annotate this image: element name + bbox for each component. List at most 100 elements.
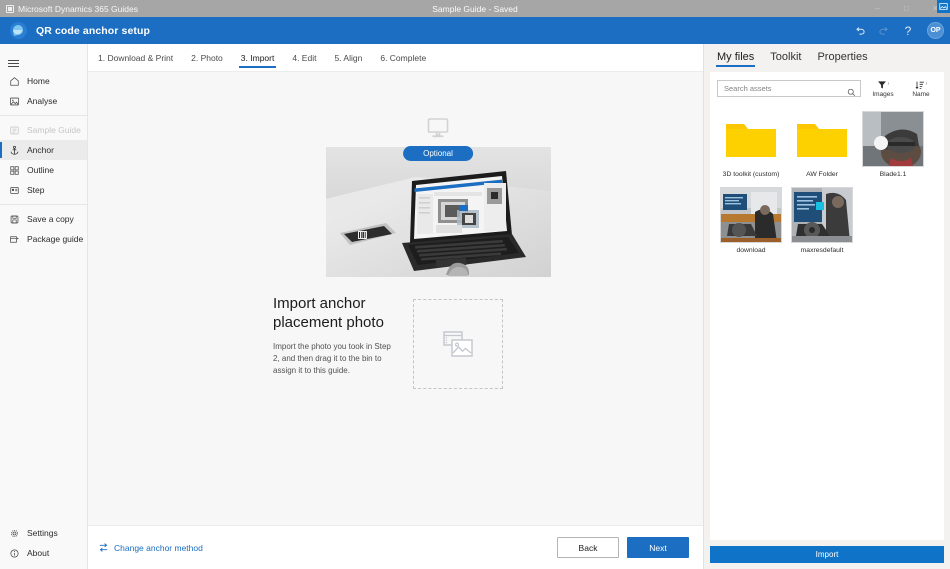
assets-grid: 3D toolkit (custom) AW Folder Blade1.1 d… [710,0,950,262]
import-canvas: Optional Import anchor placement photo I… [88,72,703,525]
hamburger-icon[interactable] [0,49,87,71]
app-window-icon [6,4,14,13]
step-tab-photo[interactable]: 2. Photo [189,47,225,68]
asset-item-folder[interactable]: 3D toolkit (custom) [720,111,782,178]
main-content: 1. Download & Print 2. Photo 3. Import 4… [88,44,704,569]
sidebar-item-label: Step [27,185,45,195]
import-heading: Import anchor placement photo [273,295,384,331]
tab-properties[interactable]: Properties [816,48,868,68]
sidebar-item-label: Settings [27,528,58,538]
change-anchor-method-link[interactable]: Change anchor method [98,542,203,553]
import-panel: Optional Import anchor placement photo I… [273,117,603,389]
step-navigation: 1. Download & Print 2. Photo 3. Import 4… [88,44,703,72]
assets-card: › Images › Name [710,0,950,540]
next-button[interactable]: Next [627,537,689,558]
outline-icon [9,165,20,176]
import-description: Import the photo you took in Step 2, and… [273,341,391,376]
sidebar-item-analyse[interactable]: Analyse [0,91,87,111]
sidebar-item-label: Analyse [27,96,58,106]
sidebar-item-label: About [27,548,50,558]
back-button[interactable]: Back [557,537,619,558]
step-tab-align[interactable]: 5. Align [332,47,364,68]
chevron-right-icon: › [887,81,890,87]
help-icon[interactable]: ? [897,20,919,42]
desktop-monitor-icon [426,117,450,139]
step-tab-complete[interactable]: 6. Complete [378,47,428,68]
assets-panel-tabs: My files Toolkit Properties [710,44,944,72]
sidebar-item-home[interactable]: Home [0,71,87,91]
sidebar-item-label: Save a copy [27,214,74,224]
search-icon [847,84,856,97]
import-details: Import anchor placement photo Import the… [273,295,603,389]
guide-icon [9,125,20,136]
tab-my-files[interactable]: My files [716,48,756,68]
asset-name: Blade1.1 [879,171,907,178]
sidebar-bottom-group: Settings About [0,523,87,569]
asset-item-image[interactable]: download [720,0,950,254]
asset-item-image[interactable]: Blade1.1 [862,0,950,178]
asset-name: AW Folder [806,171,838,178]
sidebar-item-outline[interactable]: Outline [0,160,87,180]
sidebar-item-label: Outline [27,165,54,175]
step-tab-import[interactable]: 3. Import [238,47,277,68]
app-logo [0,22,36,39]
asset-name: maxresdefault [800,247,844,254]
action-bar: Change anchor method Back Next [88,525,703,569]
document-title-label: Sample Guide - Saved [432,3,518,14]
optional-badge: Optional [403,146,473,161]
sort-icon: › [915,79,928,90]
sidebar-item-step[interactable]: Step [0,180,87,200]
guides-logo-icon [9,22,27,39]
sidebar-item-settings[interactable]: Settings [0,523,87,543]
asset-thumbnail [862,111,924,167]
chevron-right-icon: › [925,81,928,87]
import-button[interactable]: Import [710,546,944,563]
wizard-buttons: Back Next [557,537,689,558]
minimize-button[interactable]: – [863,0,892,17]
import-text-block: Import anchor placement photo Import the… [273,295,395,389]
sidebar-item-save-a-copy[interactable]: Save a copy [0,209,87,229]
info-icon [9,548,20,559]
sidebar-item-label: Anchor [27,145,54,155]
sidebar: Home Analyse Sample Guide Anchor Outline… [0,44,88,569]
assets-toolbar: › Images › Name [710,72,944,103]
os-title-bar: Microsoft Dynamics 365 Guides Sample Gui… [0,0,950,17]
sidebar-divider [0,115,87,116]
filter-label: Images [872,91,894,98]
home-icon [9,76,20,87]
sidebar-item-package-guide[interactable]: Package guide [0,229,87,249]
avatar[interactable]: OP [927,22,944,39]
sidebar-item-label: Package guide [27,234,84,244]
folder-icon [791,111,853,167]
filter-images-button[interactable]: › Images [867,79,899,98]
asset-item-image[interactable]: maxresdefault [791,0,950,254]
folder-icon [720,111,782,167]
photo-dropzone[interactable] [413,299,503,389]
gear-icon [9,528,20,539]
title-bar-app-identity: Microsoft Dynamics 365 Guides [0,4,138,14]
sort-name-button[interactable]: › Name [905,79,937,98]
anchor-icon [9,145,20,156]
asset-name: download [736,247,766,254]
sidebar-item-anchor[interactable]: Anchor [0,140,87,160]
anchor-photo-illustration [325,147,551,277]
maximize-button[interactable]: □ [892,0,921,17]
asset-item-folder[interactable]: AW Folder [791,111,853,178]
sidebar-item-about[interactable]: About [0,543,87,563]
asset-thumbnail [720,187,782,243]
tab-toolkit[interactable]: Toolkit [769,48,802,68]
step-tab-edit[interactable]: 4. Edit [290,47,318,68]
page-title: QR code anchor setup [36,24,151,37]
redo-icon[interactable] [873,20,895,42]
app-header: QR code anchor setup ? OP [0,17,950,44]
search-input[interactable] [724,84,847,93]
app-window: Microsoft Dynamics 365 Guides Sample Gui… [0,0,950,569]
asset-name: 3D toolkit (custom) [722,171,780,178]
undo-icon[interactable] [849,20,871,42]
sidebar-divider [0,204,87,205]
package-icon [9,234,20,245]
save-copy-icon [9,214,20,225]
search-assets-box[interactable] [717,80,861,97]
step-tab-download-print[interactable]: 1. Download & Print [96,47,175,68]
step-icon [9,185,20,196]
